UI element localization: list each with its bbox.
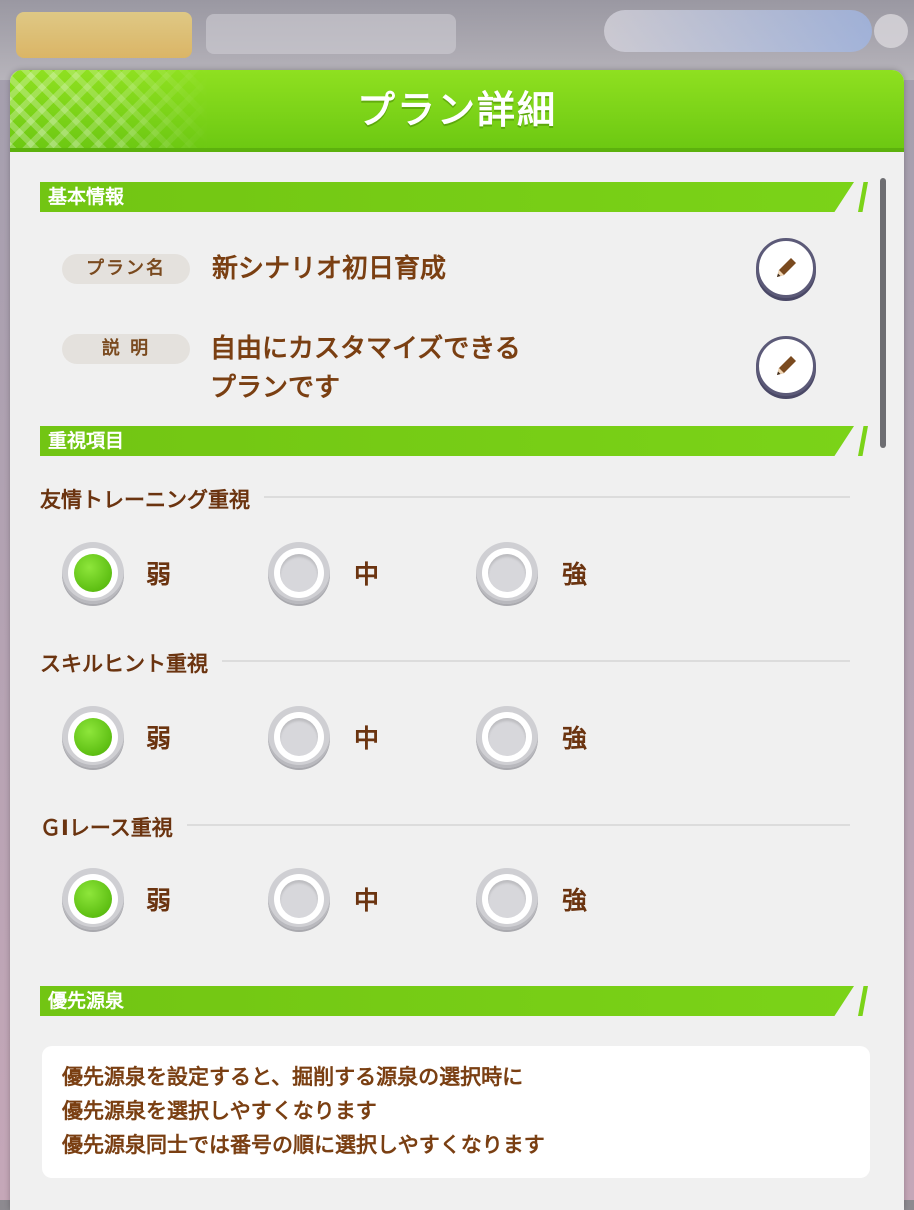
dialog-header: プラン詳細 <box>10 70 904 150</box>
plan-detail-dialog: プラン詳細 基本情報 プラン名 新シナリオ初日育成 説 明 自由にカスタマイズで… <box>10 70 904 1210</box>
background-chip <box>206 14 456 54</box>
description-label: 説 明 <box>62 334 190 364</box>
friendship-mid-radio[interactable] <box>268 542 330 604</box>
priority-source-note: 優先源泉を設定すると、掘削する源泉の選択時に 優先源泉を選択しやすくなります 優… <box>42 1046 870 1178</box>
option-label-mid: 中 <box>354 724 380 753</box>
section-bar-basic-info: 基本情報 <box>40 182 854 212</box>
option-label-weak: 弱 <box>146 560 172 589</box>
description-line-2: プランです <box>210 373 341 403</box>
g1-race-mid-radio[interactable] <box>268 868 330 930</box>
option-label-strong: 強 <box>562 886 588 915</box>
option-label-mid: 中 <box>354 560 380 589</box>
dialog-title: プラン詳細 <box>356 88 557 132</box>
plan-name-label: プラン名 <box>62 254 190 284</box>
background-chip <box>874 14 908 48</box>
option-label-strong: 強 <box>562 560 588 589</box>
background-side <box>904 80 914 1200</box>
g1-race-weak-radio[interactable] <box>62 868 124 930</box>
friendship-weak-radio[interactable] <box>62 542 124 604</box>
edit-plan-name-button[interactable] <box>756 238 816 298</box>
option-label-strong: 強 <box>562 724 588 753</box>
background-side <box>0 80 10 1200</box>
background-chip <box>604 10 872 52</box>
section-title: 重視項目 <box>48 430 125 452</box>
option-label-weak: 弱 <box>146 724 172 753</box>
skill-hint-heading: スキルヒント重視 <box>40 648 222 678</box>
friendship-strong-radio[interactable] <box>476 542 538 604</box>
g1-race-heading: ＧⅠレース重視 <box>40 812 187 842</box>
option-label-mid: 中 <box>354 886 380 915</box>
background-chip <box>16 12 192 58</box>
section-title: 優先源泉 <box>48 990 125 1012</box>
pencil-icon <box>777 258 796 277</box>
section-bar-priority: 重視項目 <box>40 426 854 456</box>
friendship-training-heading: 友情トレーニング重視 <box>40 484 264 514</box>
plan-name-value: 新シナリオ初日育成 <box>212 254 447 284</box>
skill-hint-strong-radio[interactable] <box>476 706 538 768</box>
g1-race-strong-radio[interactable] <box>476 868 538 930</box>
edit-description-button[interactable] <box>756 336 816 396</box>
section-title: 基本情報 <box>48 186 125 208</box>
section-bar-priority-source: 優先源泉 <box>40 986 854 1016</box>
skill-hint-weak-radio[interactable] <box>62 706 124 768</box>
description-line-1: 自由にカスタマイズできる <box>210 334 521 364</box>
option-label-weak: 弱 <box>146 886 172 915</box>
pencil-icon <box>777 356 796 375</box>
note-line: 優先源泉を選択しやすくなります <box>62 1099 377 1123</box>
note-line: 優先源泉同士では番号の順に選択しやすくなります <box>62 1133 545 1157</box>
note-line: 優先源泉を設定すると、掘削する源泉の選択時に <box>62 1065 524 1089</box>
skill-hint-mid-radio[interactable] <box>268 706 330 768</box>
scrollbar-thumb[interactable] <box>880 178 886 448</box>
